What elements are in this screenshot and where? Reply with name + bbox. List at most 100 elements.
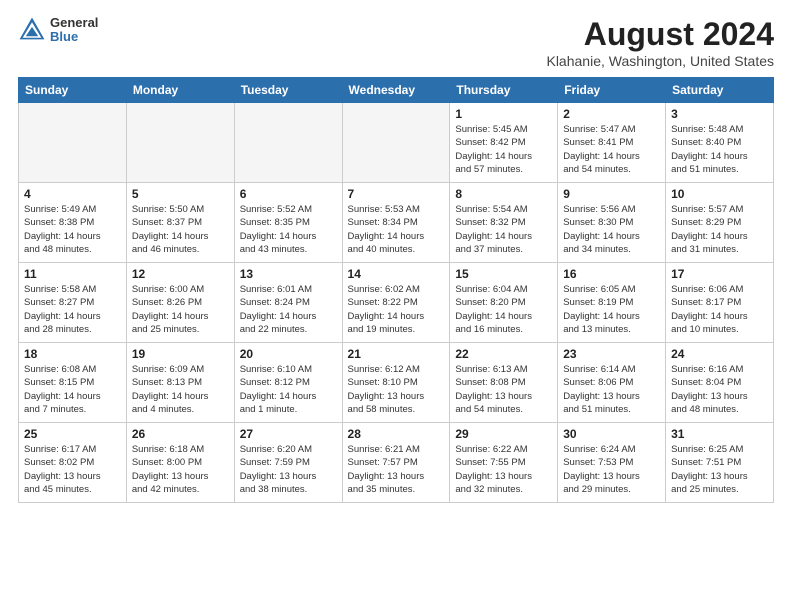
calendar-cell: 12 Sunrise: 6:00 AM Sunset: 8:26 PM Dayli… bbox=[126, 263, 234, 343]
day-info: Sunrise: 5:45 AM Sunset: 8:42 PM Dayligh… bbox=[455, 123, 552, 176]
day-number: 17 bbox=[671, 267, 768, 281]
day-info: Sunrise: 6:13 AM Sunset: 8:08 PM Dayligh… bbox=[455, 363, 552, 416]
calendar-cell: 7 Sunrise: 5:53 AM Sunset: 8:34 PM Daylig… bbox=[342, 183, 450, 263]
calendar-week-row: 25 Sunrise: 6:17 AM Sunset: 8:02 PM Dayli… bbox=[19, 423, 774, 503]
calendar-week-row: 18 Sunrise: 6:08 AM Sunset: 8:15 PM Dayli… bbox=[19, 343, 774, 423]
day-info: Sunrise: 5:53 AM Sunset: 8:34 PM Dayligh… bbox=[348, 203, 445, 256]
day-number: 27 bbox=[240, 427, 337, 441]
day-number: 6 bbox=[240, 187, 337, 201]
day-number: 30 bbox=[563, 427, 660, 441]
calendar-cell: 25 Sunrise: 6:17 AM Sunset: 8:02 PM Dayli… bbox=[19, 423, 127, 503]
day-info: Sunrise: 5:47 AM Sunset: 8:41 PM Dayligh… bbox=[563, 123, 660, 176]
calendar-week-row: 1Sunrise: 5:45 AM Sunset: 8:42 PM Daylig… bbox=[19, 103, 774, 183]
calendar-cell: 2 Sunrise: 5:47 AM Sunset: 8:41 PM Daylig… bbox=[558, 103, 666, 183]
day-info: Sunrise: 6:21 AM Sunset: 7:57 PM Dayligh… bbox=[348, 443, 445, 496]
calendar-cell: 19 Sunrise: 6:09 AM Sunset: 8:13 PM Dayli… bbox=[126, 343, 234, 423]
day-info: Sunrise: 6:14 AM Sunset: 8:06 PM Dayligh… bbox=[563, 363, 660, 416]
day-info: Sunrise: 6:10 AM Sunset: 8:12 PM Dayligh… bbox=[240, 363, 337, 416]
calendar-cell bbox=[234, 103, 342, 183]
calendar-week-row: 4 Sunrise: 5:49 AM Sunset: 8:38 PM Daylig… bbox=[19, 183, 774, 263]
day-info: Sunrise: 6:16 AM Sunset: 8:04 PM Dayligh… bbox=[671, 363, 768, 416]
calendar-cell: 5 Sunrise: 5:50 AM Sunset: 8:37 PM Daylig… bbox=[126, 183, 234, 263]
calendar-cell: 24Sunrise: 6:16 AM Sunset: 8:04 PM Dayli… bbox=[666, 343, 774, 423]
weekday-header: Wednesday bbox=[342, 78, 450, 103]
day-info: Sunrise: 6:17 AM Sunset: 8:02 PM Dayligh… bbox=[24, 443, 121, 496]
calendar-cell: 11 Sunrise: 5:58 AM Sunset: 8:27 PM Dayli… bbox=[19, 263, 127, 343]
day-number: 31 bbox=[671, 427, 768, 441]
day-info: Sunrise: 5:50 AM Sunset: 8:37 PM Dayligh… bbox=[132, 203, 229, 256]
calendar-cell: 13Sunrise: 6:01 AM Sunset: 8:24 PM Dayli… bbox=[234, 263, 342, 343]
day-number: 25 bbox=[24, 427, 121, 441]
day-info: Sunrise: 6:24 AM Sunset: 7:53 PM Dayligh… bbox=[563, 443, 660, 496]
day-info: Sunrise: 6:05 AM Sunset: 8:19 PM Dayligh… bbox=[563, 283, 660, 336]
day-number: 8 bbox=[455, 187, 552, 201]
day-info: Sunrise: 5:56 AM Sunset: 8:30 PM Dayligh… bbox=[563, 203, 660, 256]
day-info: Sunrise: 5:54 AM Sunset: 8:32 PM Dayligh… bbox=[455, 203, 552, 256]
day-info: Sunrise: 5:48 AM Sunset: 8:40 PM Dayligh… bbox=[671, 123, 768, 176]
day-info: Sunrise: 6:00 AM Sunset: 8:26 PM Dayligh… bbox=[132, 283, 229, 336]
calendar-cell: 30 Sunrise: 6:24 AM Sunset: 7:53 PM Dayli… bbox=[558, 423, 666, 503]
day-info: Sunrise: 6:09 AM Sunset: 8:13 PM Dayligh… bbox=[132, 363, 229, 416]
calendar-cell: 18 Sunrise: 6:08 AM Sunset: 8:15 PM Dayli… bbox=[19, 343, 127, 423]
day-info: Sunrise: 6:25 AM Sunset: 7:51 PM Dayligh… bbox=[671, 443, 768, 496]
calendar-cell bbox=[342, 103, 450, 183]
weekday-header: Saturday bbox=[666, 78, 774, 103]
day-number: 4 bbox=[24, 187, 121, 201]
day-number: 23 bbox=[563, 347, 660, 361]
day-number: 15 bbox=[455, 267, 552, 281]
logo-general-text: General bbox=[50, 16, 98, 30]
day-number: 9 bbox=[563, 187, 660, 201]
subtitle: Klahanie, Washington, United States bbox=[546, 53, 774, 69]
calendar-cell: 22 Sunrise: 6:13 AM Sunset: 8:08 PM Dayli… bbox=[450, 343, 558, 423]
calendar-cell: 29Sunrise: 6:22 AM Sunset: 7:55 PM Dayli… bbox=[450, 423, 558, 503]
calendar-cell: 23 Sunrise: 6:14 AM Sunset: 8:06 PM Dayli… bbox=[558, 343, 666, 423]
day-number: 5 bbox=[132, 187, 229, 201]
day-info: Sunrise: 5:49 AM Sunset: 8:38 PM Dayligh… bbox=[24, 203, 121, 256]
day-info: Sunrise: 6:18 AM Sunset: 8:00 PM Dayligh… bbox=[132, 443, 229, 496]
calendar-cell: 6 Sunrise: 5:52 AM Sunset: 8:35 PM Daylig… bbox=[234, 183, 342, 263]
calendar-cell bbox=[19, 103, 127, 183]
day-number: 18 bbox=[24, 347, 121, 361]
weekday-header: Tuesday bbox=[234, 78, 342, 103]
logo-icon bbox=[18, 16, 46, 44]
calendar-cell bbox=[126, 103, 234, 183]
calendar: SundayMondayTuesdayWednesdayThursdayFrid… bbox=[18, 77, 774, 503]
calendar-cell: 16Sunrise: 6:05 AM Sunset: 8:19 PM Dayli… bbox=[558, 263, 666, 343]
day-info: Sunrise: 5:58 AM Sunset: 8:27 PM Dayligh… bbox=[24, 283, 121, 336]
calendar-cell: 26Sunrise: 6:18 AM Sunset: 8:00 PM Dayli… bbox=[126, 423, 234, 503]
day-number: 21 bbox=[348, 347, 445, 361]
day-number: 2 bbox=[563, 107, 660, 121]
day-number: 7 bbox=[348, 187, 445, 201]
calendar-cell: 9 Sunrise: 5:56 AM Sunset: 8:30 PM Daylig… bbox=[558, 183, 666, 263]
day-number: 10 bbox=[671, 187, 768, 201]
calendar-cell: 28Sunrise: 6:21 AM Sunset: 7:57 PM Dayli… bbox=[342, 423, 450, 503]
day-info: Sunrise: 6:12 AM Sunset: 8:10 PM Dayligh… bbox=[348, 363, 445, 416]
calendar-cell: 31 Sunrise: 6:25 AM Sunset: 7:51 PM Dayli… bbox=[666, 423, 774, 503]
calendar-cell: 14 Sunrise: 6:02 AM Sunset: 8:22 PM Dayli… bbox=[342, 263, 450, 343]
day-number: 3 bbox=[671, 107, 768, 121]
day-number: 11 bbox=[24, 267, 121, 281]
day-number: 22 bbox=[455, 347, 552, 361]
day-info: Sunrise: 6:08 AM Sunset: 8:15 PM Dayligh… bbox=[24, 363, 121, 416]
calendar-week-row: 11 Sunrise: 5:58 AM Sunset: 8:27 PM Dayli… bbox=[19, 263, 774, 343]
calendar-header-row: SundayMondayTuesdayWednesdayThursdayFrid… bbox=[19, 78, 774, 103]
logo-blue-text: Blue bbox=[50, 30, 98, 44]
day-info: Sunrise: 6:06 AM Sunset: 8:17 PM Dayligh… bbox=[671, 283, 768, 336]
main-title: August 2024 bbox=[546, 16, 774, 53]
calendar-cell: 3 Sunrise: 5:48 AM Sunset: 8:40 PM Daylig… bbox=[666, 103, 774, 183]
day-number: 20 bbox=[240, 347, 337, 361]
weekday-header: Friday bbox=[558, 78, 666, 103]
day-info: Sunrise: 5:52 AM Sunset: 8:35 PM Dayligh… bbox=[240, 203, 337, 256]
weekday-header: Sunday bbox=[19, 78, 127, 103]
day-number: 19 bbox=[132, 347, 229, 361]
calendar-cell: 10Sunrise: 5:57 AM Sunset: 8:29 PM Dayli… bbox=[666, 183, 774, 263]
day-number: 13 bbox=[240, 267, 337, 281]
day-number: 12 bbox=[132, 267, 229, 281]
day-number: 14 bbox=[348, 267, 445, 281]
calendar-cell: 21 Sunrise: 6:12 AM Sunset: 8:10 PM Dayli… bbox=[342, 343, 450, 423]
calendar-cell: 17 Sunrise: 6:06 AM Sunset: 8:17 PM Dayli… bbox=[666, 263, 774, 343]
day-info: Sunrise: 6:04 AM Sunset: 8:20 PM Dayligh… bbox=[455, 283, 552, 336]
day-info: Sunrise: 6:02 AM Sunset: 8:22 PM Dayligh… bbox=[348, 283, 445, 336]
logo-text: General Blue bbox=[50, 16, 98, 45]
calendar-cell: 8 Sunrise: 5:54 AM Sunset: 8:32 PM Daylig… bbox=[450, 183, 558, 263]
